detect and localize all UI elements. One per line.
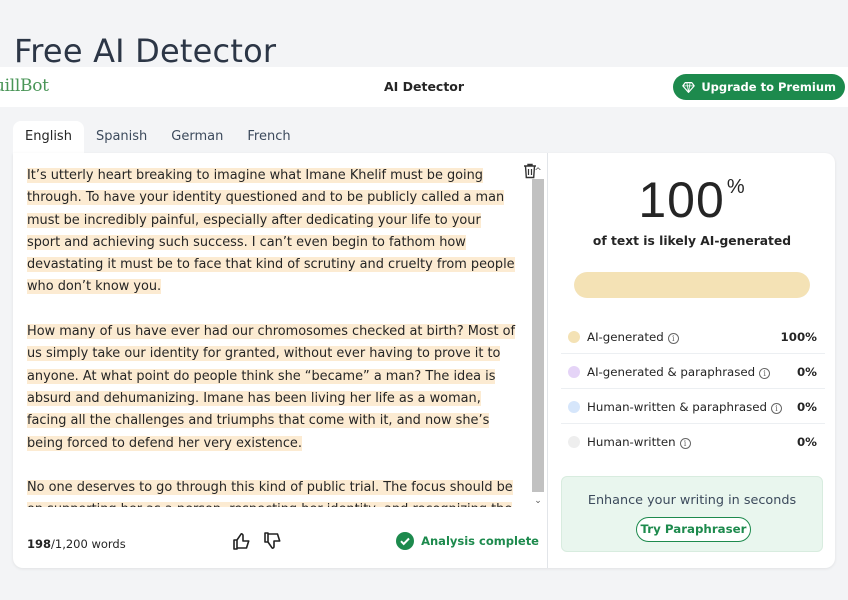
page-title: Free AI Detector <box>14 32 277 70</box>
enhance-promo: Enhance your writing in seconds Try Para… <box>561 476 823 552</box>
legend-value: 100% <box>780 330 817 344</box>
legend-value: 0% <box>796 365 817 379</box>
legend-label: AI-generated & paraphrased <box>587 365 756 379</box>
legend-row-human-paraphrased: Human-written & paraphrased i 0% <box>561 389 825 424</box>
score-bar <box>574 272 810 298</box>
legend-row-ai-generated: AI-generated i 100% <box>561 319 825 354</box>
thumbs-up-icon[interactable] <box>232 531 252 551</box>
human-paraphrased-dot <box>568 401 580 413</box>
info-icon[interactable]: i <box>771 403 782 414</box>
paragraph: No one deserves to go through this kind … <box>27 477 517 507</box>
legend-label: Human-written & paraphrased <box>587 400 767 414</box>
legend-label: Human-written <box>587 435 676 449</box>
top-bar: uillBot AI Detector Upgrade to Premium <box>0 67 848 107</box>
tab-english[interactable]: English <box>13 121 84 153</box>
info-icon[interactable]: i <box>759 368 771 379</box>
legend-value: 0% <box>796 400 817 414</box>
scroll-down-arrow-icon[interactable]: ⌄ <box>531 495 545 507</box>
info-icon[interactable]: i <box>667 333 679 344</box>
paragraph: How many of us have ever had our chromos… <box>27 321 517 455</box>
info-icon[interactable]: i <box>679 438 691 449</box>
tab-german[interactable]: German <box>159 121 235 153</box>
analysis-status: Analysis complete <box>396 532 539 550</box>
language-tabs: English Spanish German French <box>13 121 303 153</box>
ai-highlight: How many of us have ever had our chromos… <box>27 324 516 451</box>
legend-row-human-written: Human-written i 0% <box>561 424 825 459</box>
ai-highlight: It’s utterly heart breaking to imagine w… <box>27 168 515 295</box>
score-unit: % <box>726 176 746 198</box>
text-input-area[interactable]: It’s utterly heart breaking to imagine w… <box>27 165 517 507</box>
result-breakdown: AI-generated i 100% AI-generated & paraph… <box>561 319 825 459</box>
legend-value: 0% <box>796 435 817 449</box>
check-circle-icon <box>396 532 415 550</box>
try-paraphraser-button[interactable]: Try Paraphraser <box>636 517 751 542</box>
status-text: Analysis complete <box>421 534 539 548</box>
score-bar-fill <box>574 272 810 298</box>
upgrade-button[interactable]: Upgrade to Premium <box>673 74 845 100</box>
results-panel: 100% of text is likely AI-generated AI-g… <box>549 153 835 568</box>
score-value: 100 <box>638 172 725 228</box>
ai-highlight: No one deserves to go through this kind … <box>27 480 513 507</box>
enhance-text: Enhance your writing in seconds <box>587 493 797 508</box>
word-count-current: 198 <box>27 537 52 551</box>
tab-spanish[interactable]: Spanish <box>84 121 159 153</box>
word-count-limit: /1,200 words <box>51 537 126 551</box>
editor-footer: 198/1,200 words Analysis complete <box>27 528 539 558</box>
detector-card: It’s utterly heart breaking to imagine w… <box>13 153 835 568</box>
upgrade-label: Upgrade to Premium <box>701 80 836 94</box>
scrollbar[interactable]: ^ ⌄ <box>531 167 545 507</box>
scroll-up-arrow-icon[interactable]: ^ <box>531 167 545 177</box>
word-count: 198/1,200 words <box>27 537 126 551</box>
paragraph: It’s utterly heart breaking to imagine w… <box>27 165 517 299</box>
ai-generated-dot <box>568 331 580 343</box>
scroll-thumb[interactable] <box>532 179 544 492</box>
tab-french[interactable]: French <box>235 121 302 153</box>
text-editor-panel: It’s utterly heart breaking to imagine w… <box>13 153 548 568</box>
diamond-icon <box>682 81 696 93</box>
score-caption: of text is likely AI-generated <box>592 234 792 248</box>
legend-row-ai-paraphrased: AI-generated & paraphrased i 0% <box>561 354 825 389</box>
ai-paraphrased-dot <box>568 366 580 378</box>
thumbs-down-icon[interactable] <box>263 531 283 551</box>
legend-label: AI-generated <box>587 330 664 344</box>
human-written-dot <box>568 436 580 448</box>
ai-score: 100% <box>549 171 835 229</box>
